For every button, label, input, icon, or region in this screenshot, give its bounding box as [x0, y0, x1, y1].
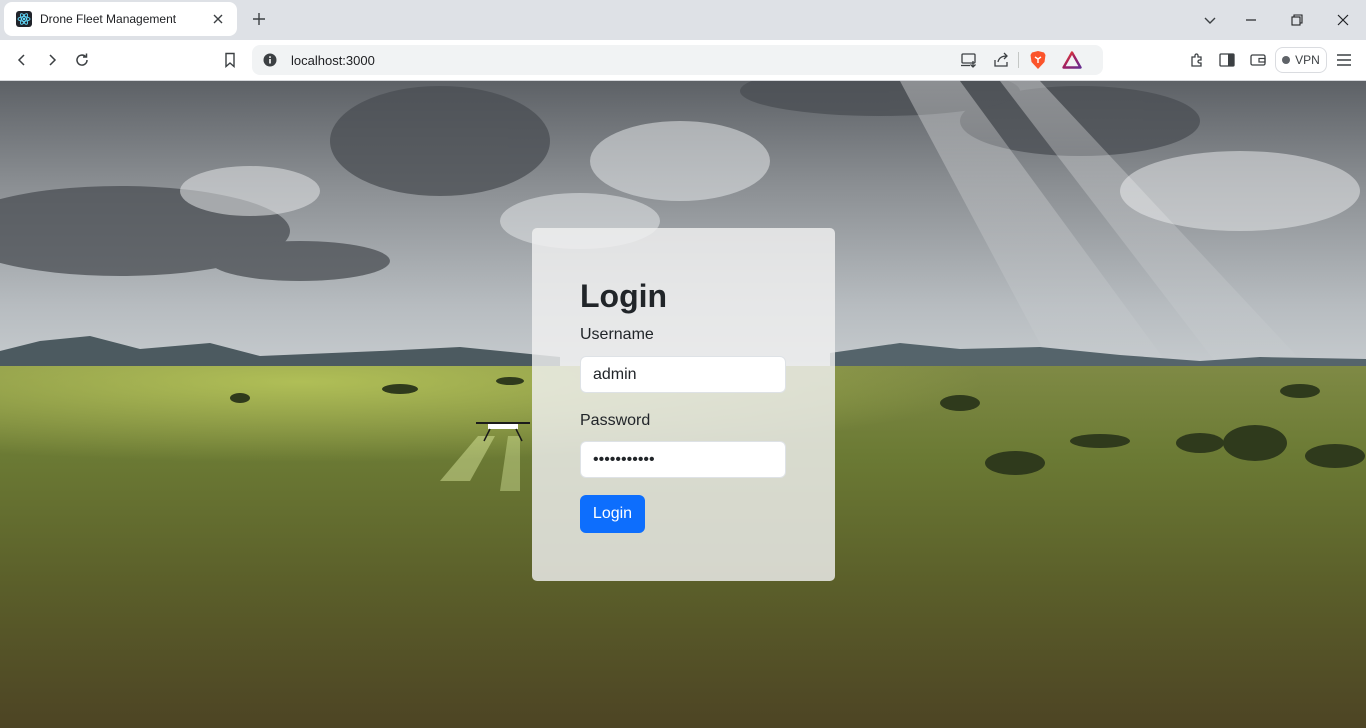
tab-search-chevron-down-icon[interactable]	[1198, 8, 1222, 32]
react-atom-icon	[16, 11, 32, 27]
username-label: Username	[580, 326, 654, 343]
password-input[interactable]	[580, 441, 786, 478]
vpn-status-icon	[1282, 56, 1291, 64]
back-arrow-icon[interactable]	[10, 48, 34, 72]
login-card: Login Username Password Login	[532, 228, 835, 581]
bookmark-icon[interactable]	[218, 48, 242, 72]
page-viewport: Login Username Password Login	[0, 81, 1366, 728]
install-app-icon[interactable]	[959, 50, 979, 70]
tab-title: Drone Fleet Management	[40, 12, 177, 26]
reload-icon[interactable]	[70, 48, 94, 72]
username-input[interactable]	[580, 356, 786, 393]
restore-icon[interactable]	[1285, 8, 1309, 32]
sidebar-icon[interactable]	[1215, 48, 1239, 72]
browser-tab[interactable]: Drone Fleet Management	[4, 2, 237, 36]
vpn-button[interactable]: VPN	[1275, 47, 1327, 73]
password-label: Password	[580, 412, 651, 429]
address-divider	[1018, 52, 1019, 68]
vpn-label: VPN	[1295, 53, 1320, 67]
wallet-icon[interactable]	[1246, 48, 1270, 72]
share-icon[interactable]	[992, 50, 1012, 70]
browser-toolbar: localhost:3000 VPN	[0, 40, 1366, 81]
brave-rewards-icon[interactable]	[1062, 50, 1082, 70]
login-heading: Login	[580, 278, 668, 314]
forward-arrow-icon[interactable]	[40, 48, 64, 72]
new-tab-button[interactable]	[248, 8, 270, 30]
tab-close-icon[interactable]	[209, 10, 227, 28]
menu-hamburger-icon[interactable]	[1332, 48, 1356, 72]
brave-shields-icon[interactable]	[1028, 50, 1048, 70]
address-url[interactable]: localhost:3000	[291, 53, 375, 68]
address-bar[interactable]: localhost:3000	[252, 45, 1103, 75]
window-close-icon[interactable]	[1331, 8, 1355, 32]
minimize-icon[interactable]	[1239, 8, 1263, 32]
site-info-icon[interactable]	[262, 52, 278, 68]
tab-strip: Drone Fleet Management	[0, 0, 1366, 40]
login-button[interactable]: Login	[580, 495, 645, 533]
extensions-puzzle-icon[interactable]	[1185, 48, 1209, 72]
